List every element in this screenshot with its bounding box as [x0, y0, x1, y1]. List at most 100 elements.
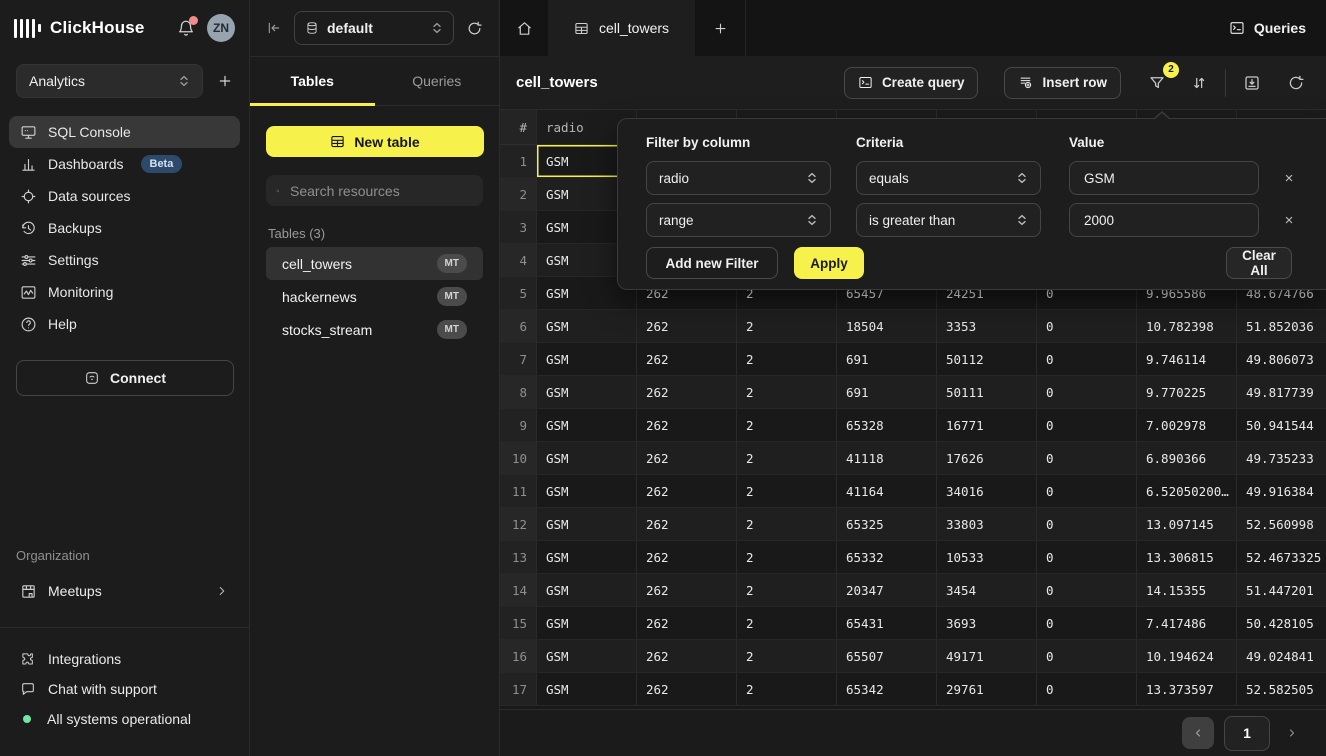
- table-cell[interactable]: 2: [737, 607, 837, 639]
- sidebar-item-data-sources[interactable]: Data sources: [9, 180, 240, 212]
- table-cell[interactable]: 65431: [837, 607, 937, 639]
- filter-column-select-2[interactable]: range: [646, 203, 831, 237]
- new-tab-button[interactable]: [695, 21, 745, 36]
- table-cell[interactable]: GSM: [537, 673, 637, 705]
- remove-filter-button-2[interactable]: ×: [1278, 209, 1300, 231]
- table-cell[interactable]: 9.770225: [1137, 376, 1237, 408]
- table-cell[interactable]: 2: [737, 442, 837, 474]
- table-cell[interactable]: 10.194624: [1137, 640, 1237, 672]
- refresh-tables-button[interactable]: [466, 20, 483, 37]
- table-cell[interactable]: GSM: [537, 640, 637, 672]
- table-cell[interactable]: 2: [737, 541, 837, 573]
- filter-criteria-select-1[interactable]: equals: [856, 161, 1041, 195]
- table-cell[interactable]: 51.447201: [1237, 574, 1326, 606]
- table-cell[interactable]: 49.735233: [1237, 442, 1326, 474]
- table-cell[interactable]: GSM: [537, 409, 637, 441]
- table-cell[interactable]: 65342: [837, 673, 937, 705]
- filter-column-select-1[interactable]: radio: [646, 161, 831, 195]
- sidebar-item-dashboards[interactable]: Dashboards Beta: [9, 148, 240, 180]
- insert-row-button[interactable]: Insert row: [1004, 67, 1121, 99]
- table-cell[interactable]: 7.002978: [1137, 409, 1237, 441]
- database-select[interactable]: default: [294, 11, 454, 45]
- table-cell[interactable]: 20347: [837, 574, 937, 606]
- filter-button[interactable]: 2: [1143, 69, 1171, 97]
- table-cell[interactable]: 0: [1037, 574, 1137, 606]
- add-workspace-button[interactable]: [217, 73, 233, 89]
- table-cell[interactable]: 6.52050200…: [1137, 475, 1237, 507]
- table-cell[interactable]: 65325: [837, 508, 937, 540]
- table-cell[interactable]: GSM: [537, 541, 637, 573]
- avatar[interactable]: ZN: [207, 14, 235, 42]
- table-cell[interactable]: GSM: [537, 607, 637, 639]
- previous-page-button[interactable]: [1182, 717, 1214, 749]
- table-cell[interactable]: 2: [737, 409, 837, 441]
- sort-button[interactable]: [1185, 69, 1213, 97]
- refresh-data-button[interactable]: [1282, 69, 1310, 97]
- table-cell[interactable]: 13.373597: [1137, 673, 1237, 705]
- filter-criteria-select-2[interactable]: is greater than: [856, 203, 1041, 237]
- table-cell[interactable]: 0: [1037, 508, 1137, 540]
- table-cell[interactable]: GSM: [537, 343, 637, 375]
- chat-support-link[interactable]: Chat with support: [20, 674, 229, 704]
- table-cell[interactable]: 2: [737, 508, 837, 540]
- create-query-button[interactable]: Create query: [844, 67, 979, 99]
- table-cell[interactable]: 3454: [937, 574, 1037, 606]
- table-cell[interactable]: GSM: [537, 475, 637, 507]
- table-cell[interactable]: 16771: [937, 409, 1037, 441]
- sidebar-item-backups[interactable]: Backups: [9, 212, 240, 244]
- table-cell[interactable]: 49.024841: [1237, 640, 1326, 672]
- table-cell[interactable]: 2: [737, 673, 837, 705]
- table-cell[interactable]: 50.428105: [1237, 607, 1326, 639]
- table-cell[interactable]: 65332: [837, 541, 937, 573]
- table-cell[interactable]: 262: [637, 574, 737, 606]
- table-cell[interactable]: 41118: [837, 442, 937, 474]
- tab-tables[interactable]: Tables: [250, 57, 375, 105]
- table-cell[interactable]: 51.852036: [1237, 310, 1326, 342]
- table-cell[interactable]: 17626: [937, 442, 1037, 474]
- table-cell[interactable]: 49.916384: [1237, 475, 1326, 507]
- download-button[interactable]: [1238, 69, 1266, 97]
- table-cell[interactable]: 13.097145: [1137, 508, 1237, 540]
- workspace-select[interactable]: Analytics: [16, 64, 203, 98]
- page-number[interactable]: 1: [1224, 716, 1270, 751]
- table-cell[interactable]: 262: [637, 541, 737, 573]
- table-cell[interactable]: 262: [637, 475, 737, 507]
- table-cell[interactable]: 49.817739: [1237, 376, 1326, 408]
- table-cell[interactable]: 691: [837, 376, 937, 408]
- table-cell[interactable]: GSM: [537, 310, 637, 342]
- add-new-filter-button[interactable]: Add new Filter: [646, 247, 778, 279]
- table-cell[interactable]: 262: [637, 508, 737, 540]
- table-cell[interactable]: 52.4673325: [1237, 541, 1326, 573]
- table-cell[interactable]: GSM: [537, 376, 637, 408]
- sidebar-item-meetups[interactable]: Meetups: [9, 573, 240, 609]
- table-cell[interactable]: 262: [637, 673, 737, 705]
- tab-queries[interactable]: Queries: [375, 57, 500, 105]
- table-cell[interactable]: 691: [837, 343, 937, 375]
- connect-button[interactable]: Connect: [16, 360, 234, 396]
- notifications-button[interactable]: [177, 19, 195, 37]
- new-table-button[interactable]: New table: [266, 126, 484, 157]
- table-cell[interactable]: 0: [1037, 673, 1137, 705]
- search-input[interactable]: [288, 182, 473, 200]
- table-cell[interactable]: 0: [1037, 607, 1137, 639]
- table-cell[interactable]: 50111: [937, 376, 1037, 408]
- table-list-item-cell-towers[interactable]: cell_towers MT: [266, 247, 483, 280]
- filter-value-input-2[interactable]: [1070, 204, 1258, 236]
- table-cell[interactable]: 262: [637, 607, 737, 639]
- open-tab-cell-towers[interactable]: cell_towers: [548, 0, 695, 56]
- filter-value-input-1[interactable]: [1070, 162, 1258, 194]
- table-cell[interactable]: 0: [1037, 541, 1137, 573]
- table-cell[interactable]: 0: [1037, 442, 1137, 474]
- table-list-item-hackernews[interactable]: hackernews MT: [266, 280, 483, 313]
- integrations-link[interactable]: Integrations: [20, 644, 229, 674]
- table-cell[interactable]: 50112: [937, 343, 1037, 375]
- table-cell[interactable]: 2: [737, 640, 837, 672]
- table-cell[interactable]: GSM: [537, 574, 637, 606]
- table-cell[interactable]: 262: [637, 310, 737, 342]
- table-cell[interactable]: 10.782398: [1137, 310, 1237, 342]
- table-cell[interactable]: 2: [737, 343, 837, 375]
- table-cell[interactable]: 49.806073: [1237, 343, 1326, 375]
- sidebar-item-help[interactable]: Help: [9, 308, 240, 340]
- table-cell[interactable]: 3353: [937, 310, 1037, 342]
- table-cell[interactable]: 262: [637, 442, 737, 474]
